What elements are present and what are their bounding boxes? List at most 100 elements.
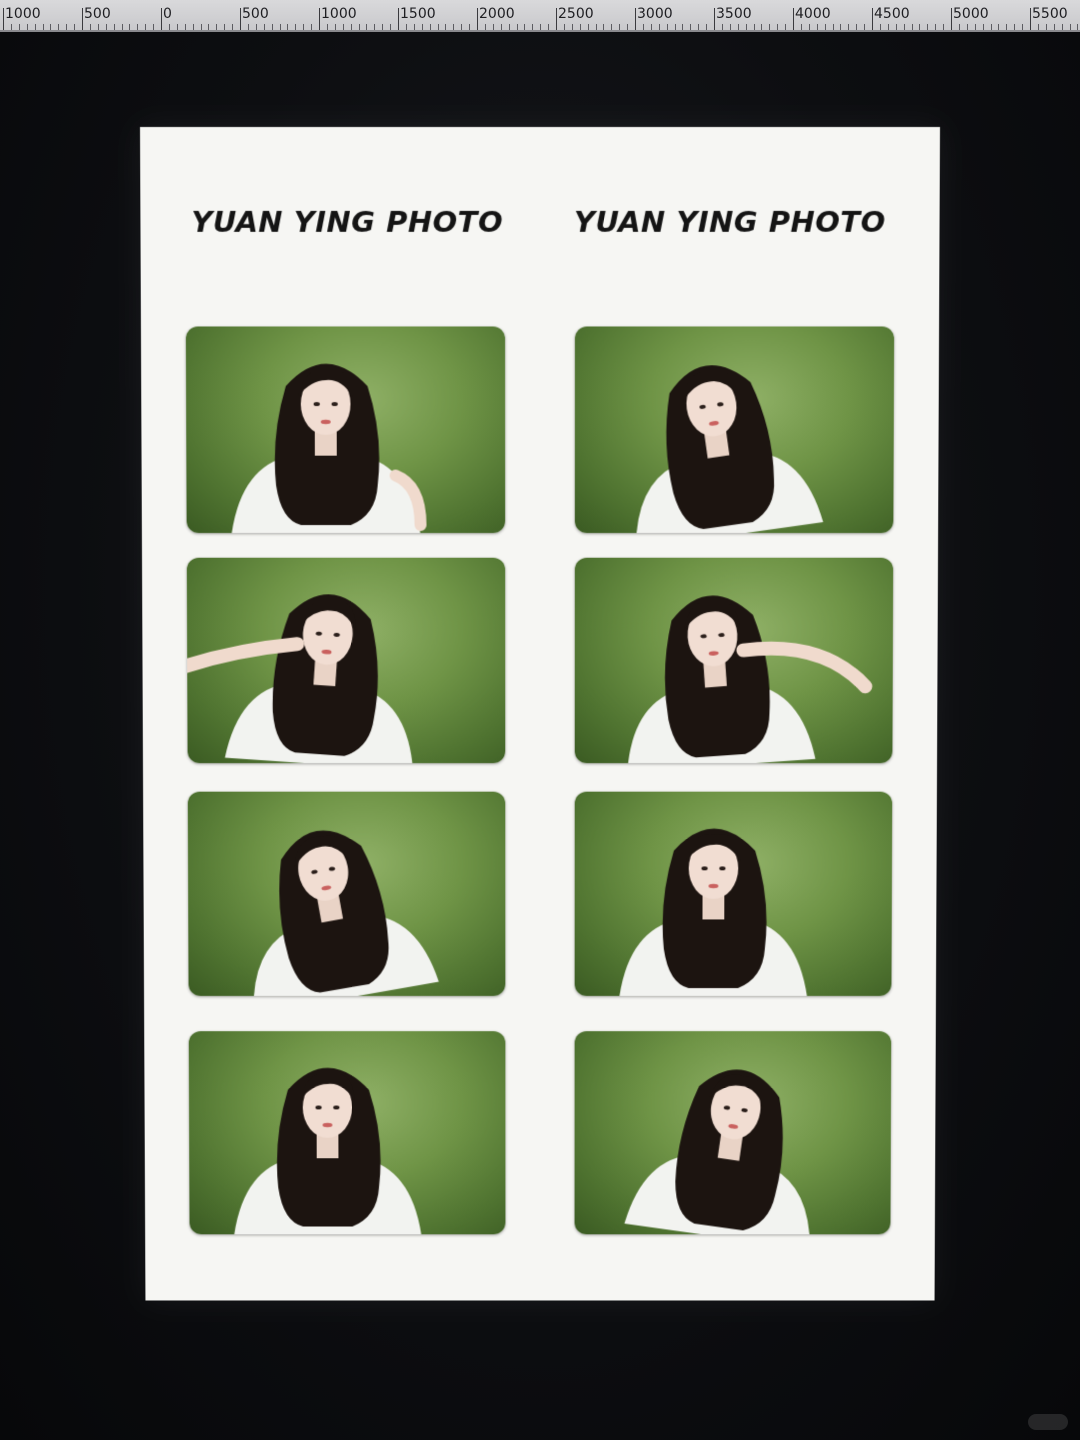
ruler-minor-tick [958,24,960,30]
ruler-minor-tick [374,24,376,30]
ruler-minor-tick [753,24,755,30]
ruler-minor-tick [232,24,234,30]
ruler-tick-label: 500 [84,6,111,22]
ruler-minor-tick [808,24,810,30]
ruler-minor-tick [342,24,344,30]
ruler-tick-label: 1000 [5,6,41,22]
brand-title-right: YUAN YING PHOTO [573,204,886,239]
ruler-tick-label: 5500 [1032,6,1068,22]
portrait-illustration [621,591,893,764]
portrait-illustration [619,828,808,996]
ruler-minor-tick [326,24,328,30]
photo-strip-left-3 [187,791,506,996]
ruler-minor-tick [595,24,597,30]
ruler-minor-tick [690,24,692,30]
ruler-minor-tick [540,24,542,30]
document-canvas: YUAN YING PHOTO YUAN YING PHOTO [140,127,940,1301]
ruler-minor-tick [966,24,968,30]
ruler-minor-tick [382,24,384,30]
photo-strip-left-2 [186,557,506,764]
portrait-illustration [187,590,419,764]
ruler-minor-tick [1014,24,1016,30]
lips [322,1122,333,1128]
ruler-minor-tick [761,24,763,30]
ruler-tick-label: 0 [163,6,172,22]
ruler-minor-tick [50,24,52,30]
ruler-minor-tick [1006,24,1008,30]
ruler-major-tick [240,8,241,30]
ruler-tick-label: 5000 [953,6,989,22]
photo-strip-right-1 [574,326,895,533]
ruler-minor-tick [627,24,629,30]
photo-strip-right-2 [574,557,894,764]
brand-title-left: YUAN YING PHOTO [191,204,504,239]
ruler-minor-tick [105,24,107,30]
ruler-minor-tick [990,24,992,30]
ruler-minor-tick [974,24,976,30]
ruler-minor-tick [887,24,889,30]
ruler-minor-tick [1053,24,1055,30]
ruler-minor-tick [279,24,281,30]
portrait-figure [187,590,419,764]
ruler-minor-tick [295,24,297,30]
ruler-minor-tick [571,24,573,30]
ruler-minor-tick [413,24,415,30]
lips [320,419,331,425]
ruler-minor-tick [745,24,747,30]
ruler-minor-tick [658,24,660,30]
ruler-minor-tick [642,24,644,30]
ruler-minor-tick [469,24,471,30]
ruler-major-tick [319,8,320,30]
ruler-minor-tick [943,24,945,30]
ruler-minor-tick [816,24,818,30]
ruler-minor-tick [982,24,984,30]
ruler-tick-label: 1000 [321,6,357,22]
ruler-minor-tick [421,24,423,30]
eye-left [701,866,708,871]
ruler-major-tick [3,8,4,30]
ruler-major-tick [477,8,478,30]
ruler-minor-tick [287,24,289,30]
ruler-minor-tick [777,24,779,30]
ruler-minor-tick [516,24,518,30]
ruler-minor-tick [879,24,881,30]
ruler-minor-tick [121,24,123,30]
ruler-major-tick [635,8,636,30]
horizontal-ruler[interactable]: 1000 500 0 500 1000 1500 2000 2500 3000 3500 4000 4… [0,0,1080,32]
ruler-tick-label: 1500 [400,6,436,22]
ruler-minor-tick [216,24,218,30]
photo-strip-right-3 [574,791,893,996]
ruler-minor-tick [721,24,723,30]
ruler-minor-tick [524,24,526,30]
ruler-tick-label: 2000 [479,6,515,22]
ruler-minor-tick [429,24,431,30]
ruler-minor-tick [508,24,510,30]
ruler-minor-tick [848,24,850,30]
ruler-major-tick [161,8,162,30]
ruler-minor-tick [192,24,194,30]
ruler-tick-label: 3500 [716,6,752,22]
ruler-tick-label: 2500 [558,6,594,22]
ruler-minor-tick [97,24,99,30]
ruler-minor-tick [390,24,392,30]
ruler-minor-tick [650,24,652,30]
ruler-minor-tick [500,24,502,30]
ruler-minor-tick [737,24,739,30]
ruler-minor-tick [74,24,76,30]
ruler-minor-tick [840,24,842,30]
ruler-minor-tick [1022,24,1024,30]
portrait-illustration [231,363,505,533]
ruler-minor-tick [113,24,115,30]
ruler-minor-tick [895,24,897,30]
portrait-illustration [624,358,824,533]
ruler-minor-tick [1037,24,1039,30]
ruler-minor-tick [864,24,866,30]
ruler-minor-tick [263,24,265,30]
ruler-minor-tick [66,24,68,30]
ruler-minor-tick [58,24,60,30]
ruler-major-tick [1030,8,1031,30]
ruler-minor-tick [832,24,834,30]
ruler-major-tick [951,8,952,30]
ruler-minor-tick [911,24,913,30]
portrait-illustration [233,1067,422,1235]
